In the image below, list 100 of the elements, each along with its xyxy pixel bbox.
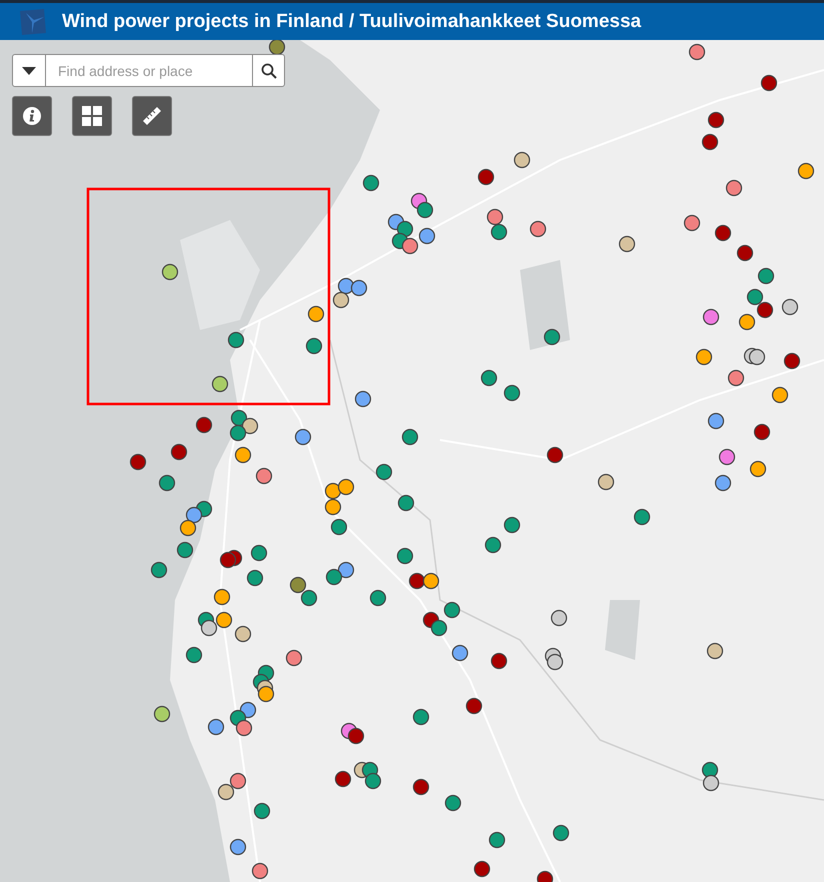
project-marker[interactable]: [444, 602, 460, 618]
project-marker[interactable]: [230, 410, 248, 426]
project-marker[interactable]: [486, 208, 504, 226]
project-marker[interactable]: [250, 544, 268, 562]
project-marker[interactable]: [354, 390, 372, 408]
project-marker[interactable]: [552, 824, 570, 842]
project-marker[interactable]: [402, 238, 418, 254]
project-marker[interactable]: [252, 862, 268, 880]
project-marker[interactable]: [246, 570, 264, 586]
project-marker[interactable]: [422, 572, 440, 590]
project-marker[interactable]: [756, 302, 774, 318]
project-marker[interactable]: [196, 416, 212, 434]
project-marker[interactable]: [332, 292, 350, 308]
project-marker[interactable]: [782, 298, 798, 316]
project-marker[interactable]: [286, 650, 302, 666]
project-marker[interactable]: [514, 152, 530, 168]
search-button[interactable]: [252, 54, 285, 87]
project-marker[interactable]: [466, 698, 482, 714]
project-marker[interactable]: [236, 720, 252, 736]
project-marker[interactable]: [530, 220, 546, 238]
project-marker[interactable]: [396, 220, 414, 238]
project-marker[interactable]: [158, 474, 176, 492]
project-marker[interactable]: [718, 448, 736, 466]
project-marker[interactable]: [618, 236, 636, 252]
project-marker[interactable]: [728, 370, 744, 386]
project-marker[interactable]: [216, 612, 232, 628]
project-marker[interactable]: [258, 686, 274, 702]
project-marker[interactable]: [684, 214, 700, 232]
search-field[interactable]: Find address or place: [46, 54, 252, 87]
project-marker[interactable]: [402, 428, 418, 446]
project-marker[interactable]: [688, 44, 706, 60]
project-marker[interactable]: [760, 74, 778, 92]
project-marker[interactable]: [416, 202, 434, 218]
project-marker[interactable]: [444, 794, 462, 812]
project-marker[interactable]: [242, 418, 258, 434]
project-marker[interactable]: [306, 338, 322, 354]
project-marker[interactable]: [726, 180, 742, 196]
project-marker[interactable]: [546, 446, 564, 464]
project-marker[interactable]: [200, 620, 218, 636]
project-marker[interactable]: [214, 588, 230, 606]
project-marker[interactable]: [398, 494, 414, 512]
project-marker[interactable]: [220, 552, 236, 568]
project-marker[interactable]: [490, 224, 508, 240]
project-marker[interactable]: [478, 168, 494, 186]
project-marker[interactable]: [176, 542, 194, 558]
project-marker[interactable]: [488, 832, 506, 848]
project-marker[interactable]: [412, 778, 430, 796]
project-marker[interactable]: [702, 134, 718, 150]
project-marker[interactable]: [170, 444, 188, 460]
project-marker[interactable]: [544, 328, 560, 346]
project-marker[interactable]: [474, 860, 490, 878]
project-marker[interactable]: [154, 706, 170, 722]
project-marker[interactable]: [330, 518, 348, 536]
project-marker[interactable]: [784, 352, 800, 370]
project-marker[interactable]: [230, 772, 246, 790]
project-marker[interactable]: [708, 412, 724, 430]
project-marker[interactable]: [308, 306, 324, 322]
project-marker[interactable]: [714, 474, 732, 492]
project-marker[interactable]: [324, 498, 342, 516]
project-marker[interactable]: [290, 576, 306, 594]
project-marker[interactable]: [772, 386, 788, 404]
project-marker[interactable]: [230, 838, 246, 856]
project-marker[interactable]: [150, 562, 168, 578]
project-marker[interactable]: [370, 590, 386, 606]
project-marker[interactable]: [490, 652, 508, 670]
project-marker[interactable]: [268, 40, 286, 56]
project-marker[interactable]: [536, 870, 554, 882]
project-marker[interactable]: [504, 384, 520, 402]
project-marker[interactable]: [748, 348, 766, 366]
project-marker[interactable]: [186, 506, 202, 524]
measure-button[interactable]: [132, 96, 172, 136]
project-marker[interactable]: [504, 516, 520, 534]
project-marker[interactable]: [452, 644, 468, 662]
project-marker[interactable]: [750, 460, 766, 478]
project-marker[interactable]: [714, 224, 732, 242]
project-marker[interactable]: [350, 280, 368, 296]
project-marker[interactable]: [180, 520, 196, 536]
dropdown-button[interactable]: [12, 54, 46, 87]
project-marker[interactable]: [334, 770, 352, 788]
grid-button[interactable]: [72, 96, 112, 136]
project-marker[interactable]: [550, 610, 568, 626]
project-marker[interactable]: [598, 474, 614, 490]
project-marker[interactable]: [162, 264, 178, 280]
project-marker[interactable]: [338, 478, 354, 496]
project-marker[interactable]: [230, 424, 246, 442]
project-marker[interactable]: [696, 348, 712, 366]
project-marker[interactable]: [746, 288, 764, 306]
project-marker[interactable]: [798, 162, 814, 180]
project-marker[interactable]: [418, 228, 436, 244]
project-marker[interactable]: [234, 626, 252, 642]
project-marker[interactable]: [634, 508, 650, 526]
project-marker[interactable]: [208, 718, 224, 736]
project-marker[interactable]: [736, 244, 754, 262]
project-marker[interactable]: [228, 332, 244, 348]
project-marker[interactable]: [430, 620, 448, 636]
project-marker[interactable]: [300, 590, 318, 606]
project-marker[interactable]: [396, 548, 414, 564]
project-marker[interactable]: [338, 562, 354, 578]
project-marker[interactable]: [702, 774, 720, 792]
project-marker[interactable]: [754, 424, 770, 440]
